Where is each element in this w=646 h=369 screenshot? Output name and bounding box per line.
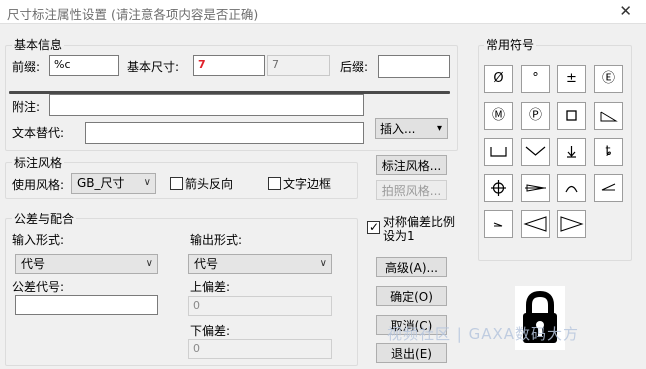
slope-symbol-button[interactable] xyxy=(594,102,623,130)
chevron-down-icon: ∨ xyxy=(145,258,153,269)
base-size-readonly-field: 7 xyxy=(267,55,330,76)
basic-info-title: 基本信息 xyxy=(12,38,65,52)
output-form-label: 输出形式: xyxy=(190,233,243,247)
advanced-button[interactable]: 高级(A)... xyxy=(376,257,447,277)
angle-left-symbol-button[interactable] xyxy=(594,174,623,202)
square-symbol-button[interactable] xyxy=(557,102,586,130)
insert-button-label: 插入... xyxy=(380,122,416,136)
close-icon[interactable]: ✕ xyxy=(619,2,632,20)
chevron-down-icon: ▾ xyxy=(436,123,442,134)
window-title: 尺寸标注属性设置 (请注意各项内容是否正确) xyxy=(7,7,259,22)
symmetric-label-line2: 设为1 xyxy=(383,229,415,243)
arc-length-symbol-button[interactable] xyxy=(557,174,586,202)
input-form-label: 输入形式: xyxy=(12,233,65,247)
cone-symbol-button[interactable] xyxy=(521,174,550,202)
arc-length-icon xyxy=(565,185,578,193)
dim-style-title: 标注风格 xyxy=(12,156,65,170)
cancel-button[interactable]: 取消(C) xyxy=(376,315,447,335)
circled-e-icon: Ⓔ xyxy=(601,71,615,86)
note-field[interactable] xyxy=(49,94,364,116)
plus-minus-symbol-button[interactable]: ± xyxy=(557,65,586,93)
suffix-label: 后缀: xyxy=(340,60,369,74)
plus-minus-icon: ± xyxy=(566,71,577,86)
taper-right-icon xyxy=(560,216,584,232)
depth-symbol-button[interactable] xyxy=(557,138,586,166)
circled-m-icon: Ⓜ xyxy=(491,108,505,123)
square-icon xyxy=(566,110,577,121)
arrow-reverse-checkbox[interactable] xyxy=(170,177,183,190)
diameter-icon: Ø xyxy=(493,71,504,86)
small-angle-symbol-button[interactable] xyxy=(484,210,513,238)
base-size-label: 基本尺寸: xyxy=(127,60,180,74)
prefix-field[interactable]: %c xyxy=(49,55,119,76)
circled-e-symbol-button[interactable]: Ⓔ xyxy=(594,65,623,93)
chevron-down-icon: ∨ xyxy=(143,177,151,188)
use-style-select[interactable]: GB_尺寸 ∨ xyxy=(71,173,156,194)
prefix-label: 前缀: xyxy=(12,60,41,74)
chevron-down-icon: ∨ xyxy=(319,258,327,269)
lower-dev-field: 0 xyxy=(188,339,332,359)
dim-style-button[interactable]: 标注风格... xyxy=(376,155,447,175)
circled-p-icon: Ⓟ xyxy=(528,108,542,123)
note-label: 附注: xyxy=(12,100,41,114)
target-icon xyxy=(491,180,506,196)
symmetric-label-line1: 对称偏差比例 xyxy=(383,215,456,229)
taper-left-symbol-button[interactable] xyxy=(521,210,550,238)
target-symbol-button[interactable] xyxy=(484,174,513,202)
taper-right-symbol-button[interactable] xyxy=(557,210,586,238)
text-border-label: 文字边框 xyxy=(283,177,332,191)
counterbore-icon xyxy=(490,147,507,157)
centerline-icon: ȶ xyxy=(605,144,612,159)
base-size-field[interactable]: 7 xyxy=(193,55,265,76)
upper-dev-field: 0 xyxy=(188,296,332,316)
output-form-select[interactable]: 代号 ∨ xyxy=(188,254,332,274)
use-style-value: GB_尺寸 xyxy=(77,176,125,190)
output-form-value: 代号 xyxy=(194,257,219,271)
arrow-reverse-label: 箭头反向 xyxy=(185,177,234,191)
tol-code-label: 公差代号: xyxy=(12,280,65,294)
title-bar: 尺寸标注属性设置 (请注意各项内容是否正确) ✕ xyxy=(0,0,646,24)
slope-icon xyxy=(600,111,618,122)
ok-button[interactable]: 确定(O) xyxy=(376,286,447,306)
text-replace-field[interactable] xyxy=(85,122,364,144)
diameter-symbol-button[interactable]: Ø xyxy=(484,65,513,93)
degree-symbol-button[interactable]: ° xyxy=(521,65,550,93)
text-border-checkbox[interactable] xyxy=(268,177,281,190)
degree-icon: ° xyxy=(532,71,539,86)
photo-style-button: 拍照风格... xyxy=(376,180,447,200)
circled-p-symbol-button[interactable]: Ⓟ xyxy=(521,102,550,130)
suffix-field[interactable] xyxy=(378,55,450,78)
text-replace-label: 文本替代: xyxy=(12,126,65,140)
symbols-title: 常用符号 xyxy=(484,38,537,52)
lower-dev-label: 下偏差: xyxy=(190,324,231,338)
centerline-symbol-button[interactable]: ȶ xyxy=(594,138,623,166)
circled-m-symbol-button[interactable]: Ⓜ xyxy=(484,102,513,130)
taper-left-icon xyxy=(523,216,547,232)
symmetric-checkbox[interactable] xyxy=(367,219,380,235)
countersink-symbol-button[interactable] xyxy=(521,138,550,166)
angle-left-icon xyxy=(601,183,616,191)
depth-icon xyxy=(567,146,576,158)
counterbore-symbol-button[interactable] xyxy=(484,138,513,166)
use-style-label: 使用风格: xyxy=(12,178,65,192)
small-angle-icon xyxy=(493,222,503,227)
countersink-icon xyxy=(525,146,546,156)
lock-icon xyxy=(515,286,565,350)
exit-button[interactable]: 退出(E) xyxy=(376,343,447,363)
cone-icon xyxy=(525,184,546,192)
input-form-value: 代号 xyxy=(21,257,46,271)
tol-code-field[interactable] xyxy=(15,295,158,315)
tolerance-title: 公差与配合 xyxy=(12,212,77,226)
upper-dev-label: 上偏差: xyxy=(190,280,231,294)
input-form-select[interactable]: 代号 ∨ xyxy=(15,254,158,274)
insert-button[interactable]: 插入... ▾ xyxy=(375,118,448,139)
